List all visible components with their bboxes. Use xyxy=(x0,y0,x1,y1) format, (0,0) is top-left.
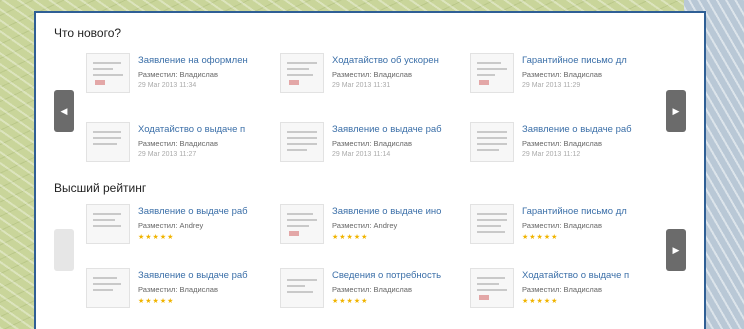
chevron-right-icon: ▶ xyxy=(672,244,680,255)
rating-stars: ★★★★★ xyxy=(332,234,369,241)
item-author: Разместил: Владислав xyxy=(138,139,218,148)
item-title[interactable]: Заявление о выдаче раб xyxy=(138,206,270,217)
item-title[interactable]: Гарантийное письмо дл xyxy=(522,206,654,217)
chevron-left-icon: ◀ xyxy=(60,244,68,255)
item-date: 29 Mar 2013 11:14 xyxy=(332,151,391,158)
item-author: Разместил: Владислав xyxy=(522,139,602,148)
document-thumbnail xyxy=(470,122,514,162)
item-title[interactable]: Ходатайство об ускорен xyxy=(332,55,464,66)
item-title[interactable]: Сведения о потребность xyxy=(332,270,464,281)
document-thumbnail xyxy=(280,268,324,308)
item-title[interactable]: Ходатайство о выдаче п xyxy=(522,270,654,281)
item-author: Разместил: Владислав xyxy=(522,70,602,79)
item-date: 29 Mar 2013 11:27 xyxy=(138,151,197,158)
item-title[interactable]: Заявление на оформлен xyxy=(138,55,270,66)
list-item[interactable]: Заявление о выдаче ино Разместил: Andrey… xyxy=(280,204,470,248)
list-item[interactable]: Ходатайство о выдаче п Разместил: Владис… xyxy=(470,268,660,312)
document-thumbnail xyxy=(86,204,130,244)
chevron-left-icon: ◀ xyxy=(60,105,68,116)
item-author: Разместил: Владислав xyxy=(138,70,218,79)
documents-panel: Что нового? ◀ ▶ Заявление на оформлен Ра… xyxy=(34,11,706,329)
list-item[interactable]: Заявление о выдаче раб Разместил: Владис… xyxy=(86,268,276,312)
list-item[interactable]: Заявление о выдаче раб Разместил: Andrey… xyxy=(86,204,276,248)
document-thumbnail xyxy=(280,122,324,162)
item-author: Разместил: Владислав xyxy=(138,285,218,294)
item-author: Разместил: Владислав xyxy=(332,139,412,148)
document-thumbnail xyxy=(280,53,324,93)
item-author: Разместил: Andrey xyxy=(332,221,398,230)
list-item[interactable]: Заявление о выдаче раб Разместил: Владис… xyxy=(280,122,470,166)
rating-stars: ★★★★★ xyxy=(138,298,175,305)
document-thumbnail xyxy=(86,268,130,308)
prev-arrow-top-rated[interactable]: ◀ xyxy=(54,229,74,271)
prev-arrow-new[interactable]: ◀ xyxy=(54,90,74,132)
item-title[interactable]: Гарантийное письмо дл xyxy=(522,55,654,66)
item-title[interactable]: Заявление о выдаче раб xyxy=(138,270,270,281)
section-title-top-rated: Высший рейтинг xyxy=(54,181,147,195)
rating-stars: ★★★★★ xyxy=(522,298,559,305)
list-item[interactable]: Гарантийное письмо дл Разместил: Владисл… xyxy=(470,204,660,248)
list-item[interactable]: Заявление о выдаче раб Разместил: Владис… xyxy=(470,122,660,166)
section-title-new: Что нового? xyxy=(54,26,122,40)
item-date: 29 Mar 2013 11:29 xyxy=(522,82,581,89)
document-thumbnail xyxy=(280,204,324,244)
item-title[interactable]: Заявление о выдаче ино xyxy=(332,206,464,217)
document-thumbnail xyxy=(86,122,130,162)
item-title[interactable]: Заявление о выдаче раб xyxy=(522,124,654,135)
document-thumbnail xyxy=(470,53,514,93)
item-author: Разместил: Владислав xyxy=(522,221,602,230)
item-date: 29 Mar 2013 11:31 xyxy=(332,82,391,89)
list-item[interactable]: Ходатайство о выдаче п Разместил: Владис… xyxy=(86,122,276,166)
rating-stars: ★★★★★ xyxy=(332,298,369,305)
item-author: Разместил: Владислав xyxy=(332,70,412,79)
document-thumbnail xyxy=(470,204,514,244)
item-author: Разместил: Владислав xyxy=(522,285,602,294)
rating-stars: ★★★★★ xyxy=(138,234,175,241)
next-arrow-top-rated[interactable]: ▶ xyxy=(666,229,686,271)
list-item[interactable]: Заявление на оформлен Разместил: Владисл… xyxy=(86,53,276,97)
next-arrow-new[interactable]: ▶ xyxy=(666,90,686,132)
item-date: 29 Mar 2013 11:12 xyxy=(522,151,581,158)
list-item[interactable]: Гарантийное письмо дл Разместил: Владисл… xyxy=(470,53,660,97)
document-thumbnail xyxy=(86,53,130,93)
item-title[interactable]: Заявление о выдаче раб xyxy=(332,124,464,135)
item-title[interactable]: Ходатайство о выдаче п xyxy=(138,124,270,135)
rating-stars: ★★★★★ xyxy=(522,234,559,241)
list-item[interactable]: Ходатайство об ускорен Разместил: Владис… xyxy=(280,53,470,97)
chevron-right-icon: ▶ xyxy=(672,105,680,116)
item-date: 29 Mar 2013 11:34 xyxy=(138,82,197,89)
list-item[interactable]: Сведения о потребность Разместил: Владис… xyxy=(280,268,470,312)
item-author: Разместил: Владислав xyxy=(332,285,412,294)
document-thumbnail xyxy=(470,268,514,308)
item-author: Разместил: Andrey xyxy=(138,221,204,230)
